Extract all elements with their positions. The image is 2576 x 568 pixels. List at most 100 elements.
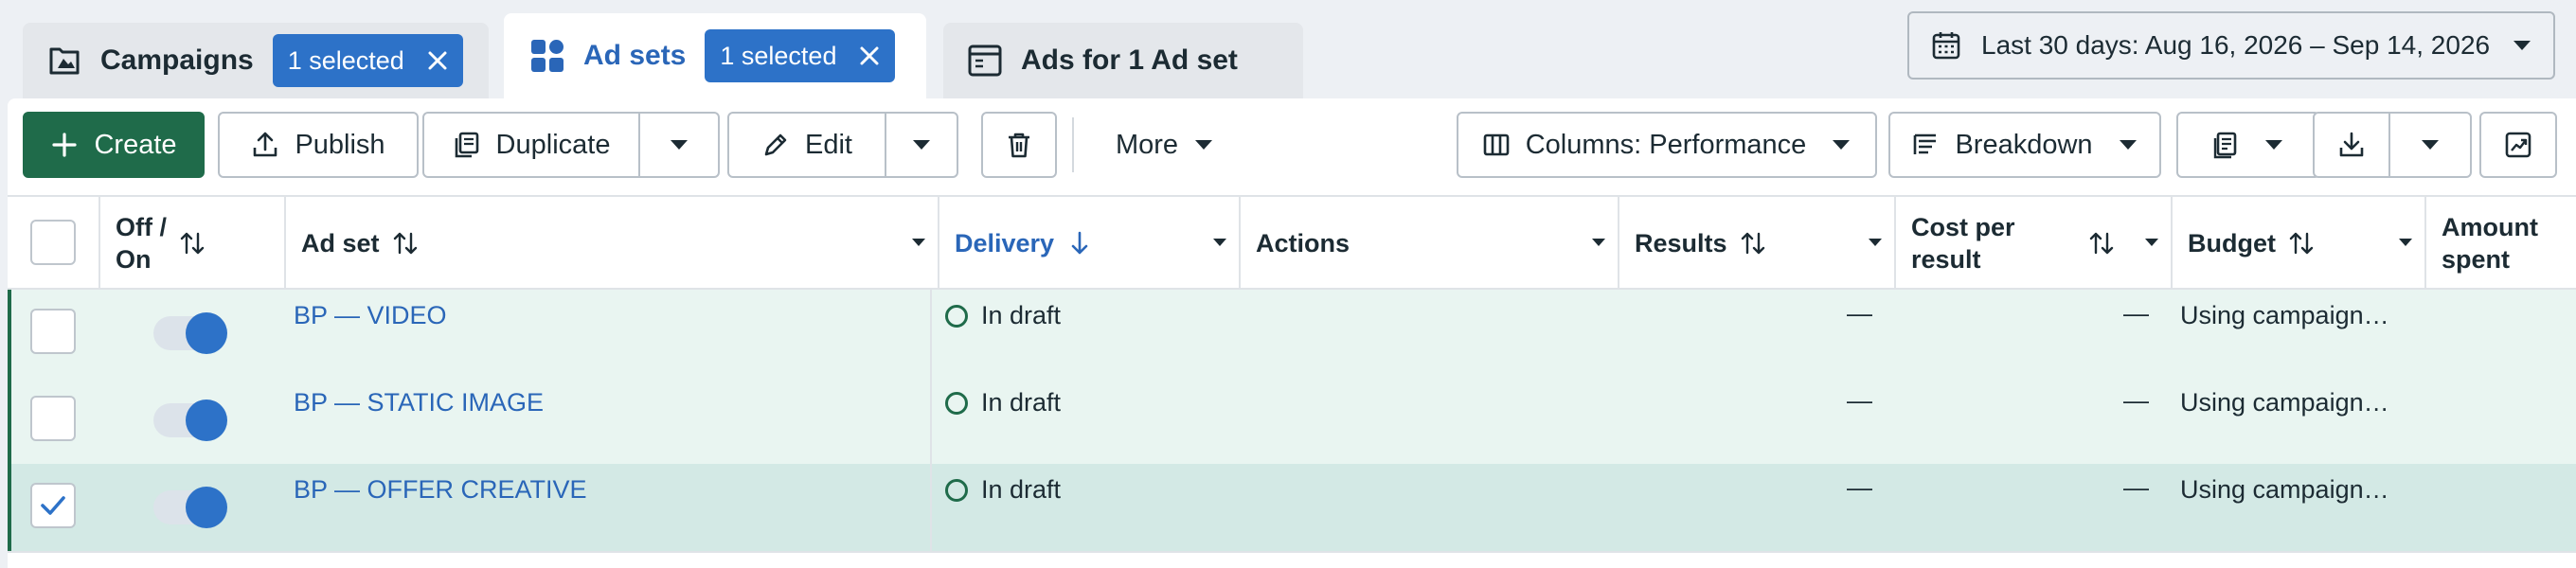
ad-set-header-label: Ad set	[301, 228, 380, 257]
export-options-button[interactable]	[2388, 112, 2472, 178]
ad-sets-panel: Create Publish Duplicate Edit More Colum…	[8, 98, 2576, 568]
column-header-delivery[interactable]: Delivery	[939, 197, 1241, 290]
column-header-actions[interactable]: Actions	[1241, 197, 1619, 290]
trash-icon	[1009, 133, 1029, 158]
tab-ads-label: Ads for 1 Ad set	[1021, 44, 1238, 76]
chevron-down-icon	[1833, 140, 1851, 150]
column-header-ad-set[interactable]: Ad set	[286, 197, 939, 290]
duplicate-button-label: Duplicate	[495, 129, 611, 160]
chevron-down-icon[interactable]	[2144, 237, 2159, 248]
export-button[interactable]	[2313, 112, 2390, 178]
chevron-down-icon[interactable]	[2398, 237, 2413, 248]
date-range-label: Last 30 days: Aug 16, 2026 – Sep 14, 202…	[1981, 30, 2491, 60]
results-value: —	[1847, 473, 1872, 502]
draft-status-icon	[945, 478, 968, 502]
row-toggle[interactable]	[153, 311, 227, 354]
row-toggle[interactable]	[153, 398, 227, 441]
campaign-flag-icon	[45, 42, 83, 80]
cost-header-line1: Cost per	[1911, 213, 2015, 241]
delete-button[interactable]	[981, 112, 1057, 178]
actions-header-label: Actions	[1256, 228, 1351, 257]
delivery-status: In draft	[945, 301, 1061, 330]
table-bottom-divider	[8, 551, 2576, 553]
date-range-picker[interactable]: Last 30 days: Aug 16, 2026 – Sep 14, 202…	[1907, 11, 2555, 80]
breakdown-button[interactable]: Breakdown	[1888, 112, 2161, 178]
clear-ad-sets-selection-icon[interactable]	[857, 44, 882, 68]
edit-button[interactable]: Edit	[727, 112, 886, 178]
delivery-status-text: In draft	[981, 388, 1062, 417]
columns-icon	[1483, 133, 1510, 156]
ad-set-name-link[interactable]: BP — OFFER CREATIVE	[294, 475, 587, 505]
column-header-budget[interactable]: Budget	[2173, 197, 2426, 290]
column-header-cost-per-result[interactable]: Cost per result	[1896, 197, 2173, 290]
campaigns-selected-text: 1 selected	[287, 45, 404, 75]
table-header: Off / On Ad set Delivery Actions Results…	[8, 195, 2576, 290]
duplicate-icon	[455, 132, 478, 158]
sort-icon	[2089, 232, 2114, 255]
download-icon	[2339, 132, 2364, 157]
chart-icon	[2505, 132, 2531, 158]
reports-button[interactable]	[2176, 112, 2320, 178]
more-button-label: More	[1115, 129, 1179, 160]
row-checkbox[interactable]	[30, 309, 76, 354]
results-header-label: Results	[1635, 228, 1727, 257]
duplicate-options-button[interactable]	[638, 112, 720, 178]
chevron-down-icon	[913, 140, 930, 150]
chevron-down-icon[interactable]	[1591, 237, 1606, 248]
select-all-checkbox[interactable]	[30, 220, 76, 265]
tab-ads[interactable]: Ads for 1 Ad set	[943, 23, 1303, 98]
row-checkbox-checked[interactable]	[30, 483, 76, 528]
breakdown-button-label: Breakdown	[1955, 129, 2093, 160]
create-button-label: Create	[94, 129, 177, 160]
budget-header-label: Budget	[2188, 228, 2276, 257]
duplicate-button[interactable]: Duplicate	[422, 112, 640, 178]
campaigns-selected-badge: 1 selected	[272, 34, 463, 87]
row-checkbox[interactable]	[30, 396, 76, 441]
row-toggle[interactable]	[153, 485, 227, 528]
publish-button[interactable]: Publish	[218, 112, 419, 178]
create-button[interactable]: Create	[23, 112, 205, 178]
columns-button[interactable]: Columns: Performance	[1457, 112, 1877, 178]
ad-sets-selected-text: 1 selected	[720, 41, 837, 70]
sort-icon	[2289, 232, 2314, 255]
budget-value: Using campaign…	[2180, 475, 2389, 504]
column-header-results[interactable]: Results	[1619, 197, 1896, 290]
delivery-header-label: Delivery	[955, 228, 1055, 257]
toolbar: Create Publish Duplicate Edit More Colum…	[8, 98, 2576, 195]
sort-icon	[1741, 232, 1764, 255]
tab-campaigns[interactable]: Campaigns 1 selected	[23, 23, 489, 98]
table-row[interactable]: BP — OFFER CREATIVE In draft — — Using c…	[8, 464, 2576, 551]
chevron-down-icon[interactable]	[911, 237, 926, 248]
more-button[interactable]: More	[1089, 112, 1241, 178]
table-row[interactable]: BP — VIDEO In draft — — Using campaign…	[8, 290, 2576, 377]
draft-status-icon	[945, 304, 968, 328]
results-value: —	[1847, 386, 1872, 415]
budget-value: Using campaign…	[2180, 388, 2389, 417]
columns-button-label: Columns: Performance	[1525, 129, 1807, 160]
chevron-down-icon	[671, 140, 688, 150]
ad-set-name-link[interactable]: BP — STATIC IMAGE	[294, 388, 544, 417]
chevron-down-icon[interactable]	[1212, 237, 1227, 248]
off-on-header-line1: Off /	[116, 213, 167, 241]
chevron-down-icon[interactable]	[1868, 237, 1883, 248]
tab-ad-sets[interactable]: Ad sets 1 selected	[504, 13, 926, 98]
clear-campaigns-selection-icon[interactable]	[425, 48, 450, 73]
amount-header-line2: spent	[2442, 245, 2511, 274]
table-row[interactable]: BP — STATIC IMAGE In draft — — Using cam…	[8, 377, 2576, 464]
pencil-icon	[764, 133, 787, 156]
upload-icon	[254, 132, 277, 157]
ad-sets-grid-icon	[528, 37, 566, 75]
off-on-header-line2: On	[116, 245, 152, 274]
edit-options-button[interactable]	[885, 112, 958, 178]
plus-icon	[52, 133, 78, 157]
chevron-down-icon	[2265, 140, 2282, 150]
view-charts-button[interactable]	[2479, 112, 2557, 178]
column-header-off-on[interactable]: Off / On	[100, 197, 286, 290]
cost-header-line2: result	[1911, 245, 1981, 274]
amount-header-line1: Amount	[2442, 213, 2538, 241]
budget-value: Using campaign…	[2180, 301, 2389, 329]
ad-set-name-link[interactable]: BP — VIDEO	[294, 301, 447, 330]
column-header-amount-spent[interactable]: Amount spent	[2426, 197, 2576, 290]
delivery-status-text: In draft	[981, 475, 1062, 504]
top-tab-bar: Campaigns 1 selected Ad sets 1 selected …	[0, 0, 2576, 98]
